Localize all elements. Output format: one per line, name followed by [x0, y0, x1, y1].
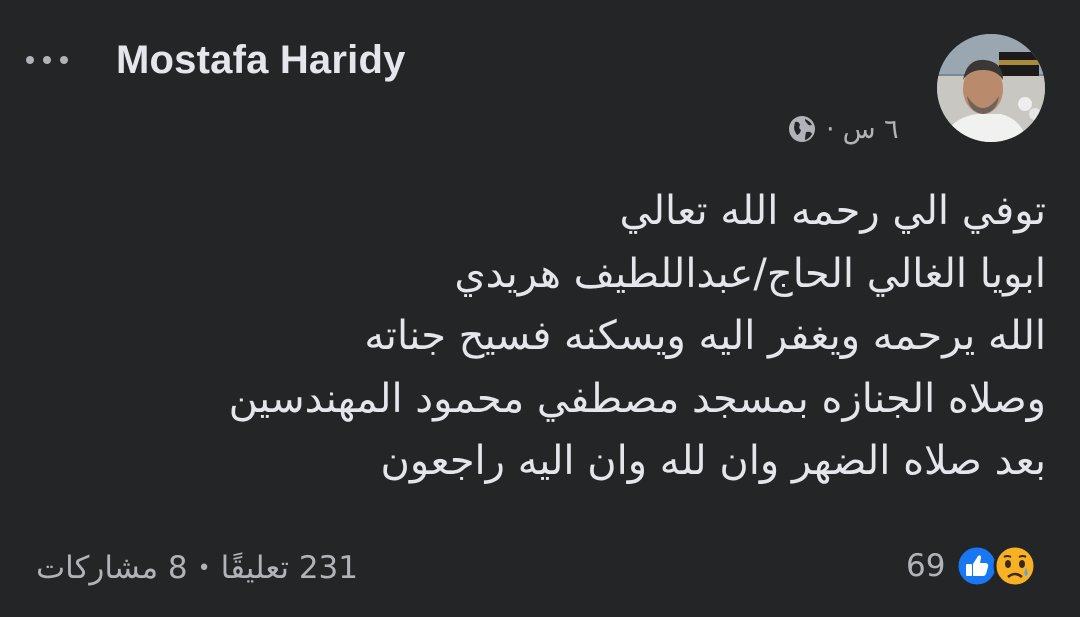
post-separator: ·	[826, 113, 835, 145]
sad-icon	[993, 544, 1037, 588]
reaction-icons	[955, 544, 1037, 588]
more-dot	[26, 56, 34, 64]
stats-separator: •	[197, 555, 211, 581]
post-timestamp[interactable]: ٦ س	[843, 114, 899, 145]
post-meta: · ٦ س	[786, 112, 899, 146]
avatar-photo	[937, 34, 1045, 142]
more-dot	[60, 56, 68, 64]
more-options-button[interactable]	[26, 50, 84, 70]
post-text: توفي الي رحمه الله تعالي ابويا الغالي ال…	[46, 180, 1046, 493]
author-name[interactable]: Mostafa Haridy	[116, 38, 406, 83]
avatar[interactable]	[937, 34, 1045, 142]
post-text-line: توفي الي رحمه الله تعالي	[619, 188, 1046, 234]
post-card: Mostafa Haridy · ٦ س توفي الي رحمه الله …	[0, 0, 1080, 617]
comments-count[interactable]: 231 تعليقًا	[221, 550, 358, 586]
post-text-line: وصلاه الجنازه بمسجد مصطفي محمود المهندسي…	[228, 375, 1046, 422]
shares-count[interactable]: 8 مشاركات	[36, 550, 188, 586]
post-text-line: بعد صلاه الضهر وان لله وان اليه راجعون	[380, 438, 1046, 484]
more-dot	[43, 56, 51, 64]
reactions-summary[interactable]: 69	[906, 543, 1037, 589]
post-text-line: ابويا الغالي الحاج/عبداللطيف هريدي	[454, 250, 1046, 297]
engagement-stats: 231 تعليقًا • 8 مشاركات	[36, 548, 358, 588]
reaction-count[interactable]: 69	[906, 548, 945, 584]
post-text-line: الله يرحمه ويغفر اليه ويسكنه فسيح جناته	[364, 313, 1046, 359]
globe-icon[interactable]	[786, 113, 818, 145]
